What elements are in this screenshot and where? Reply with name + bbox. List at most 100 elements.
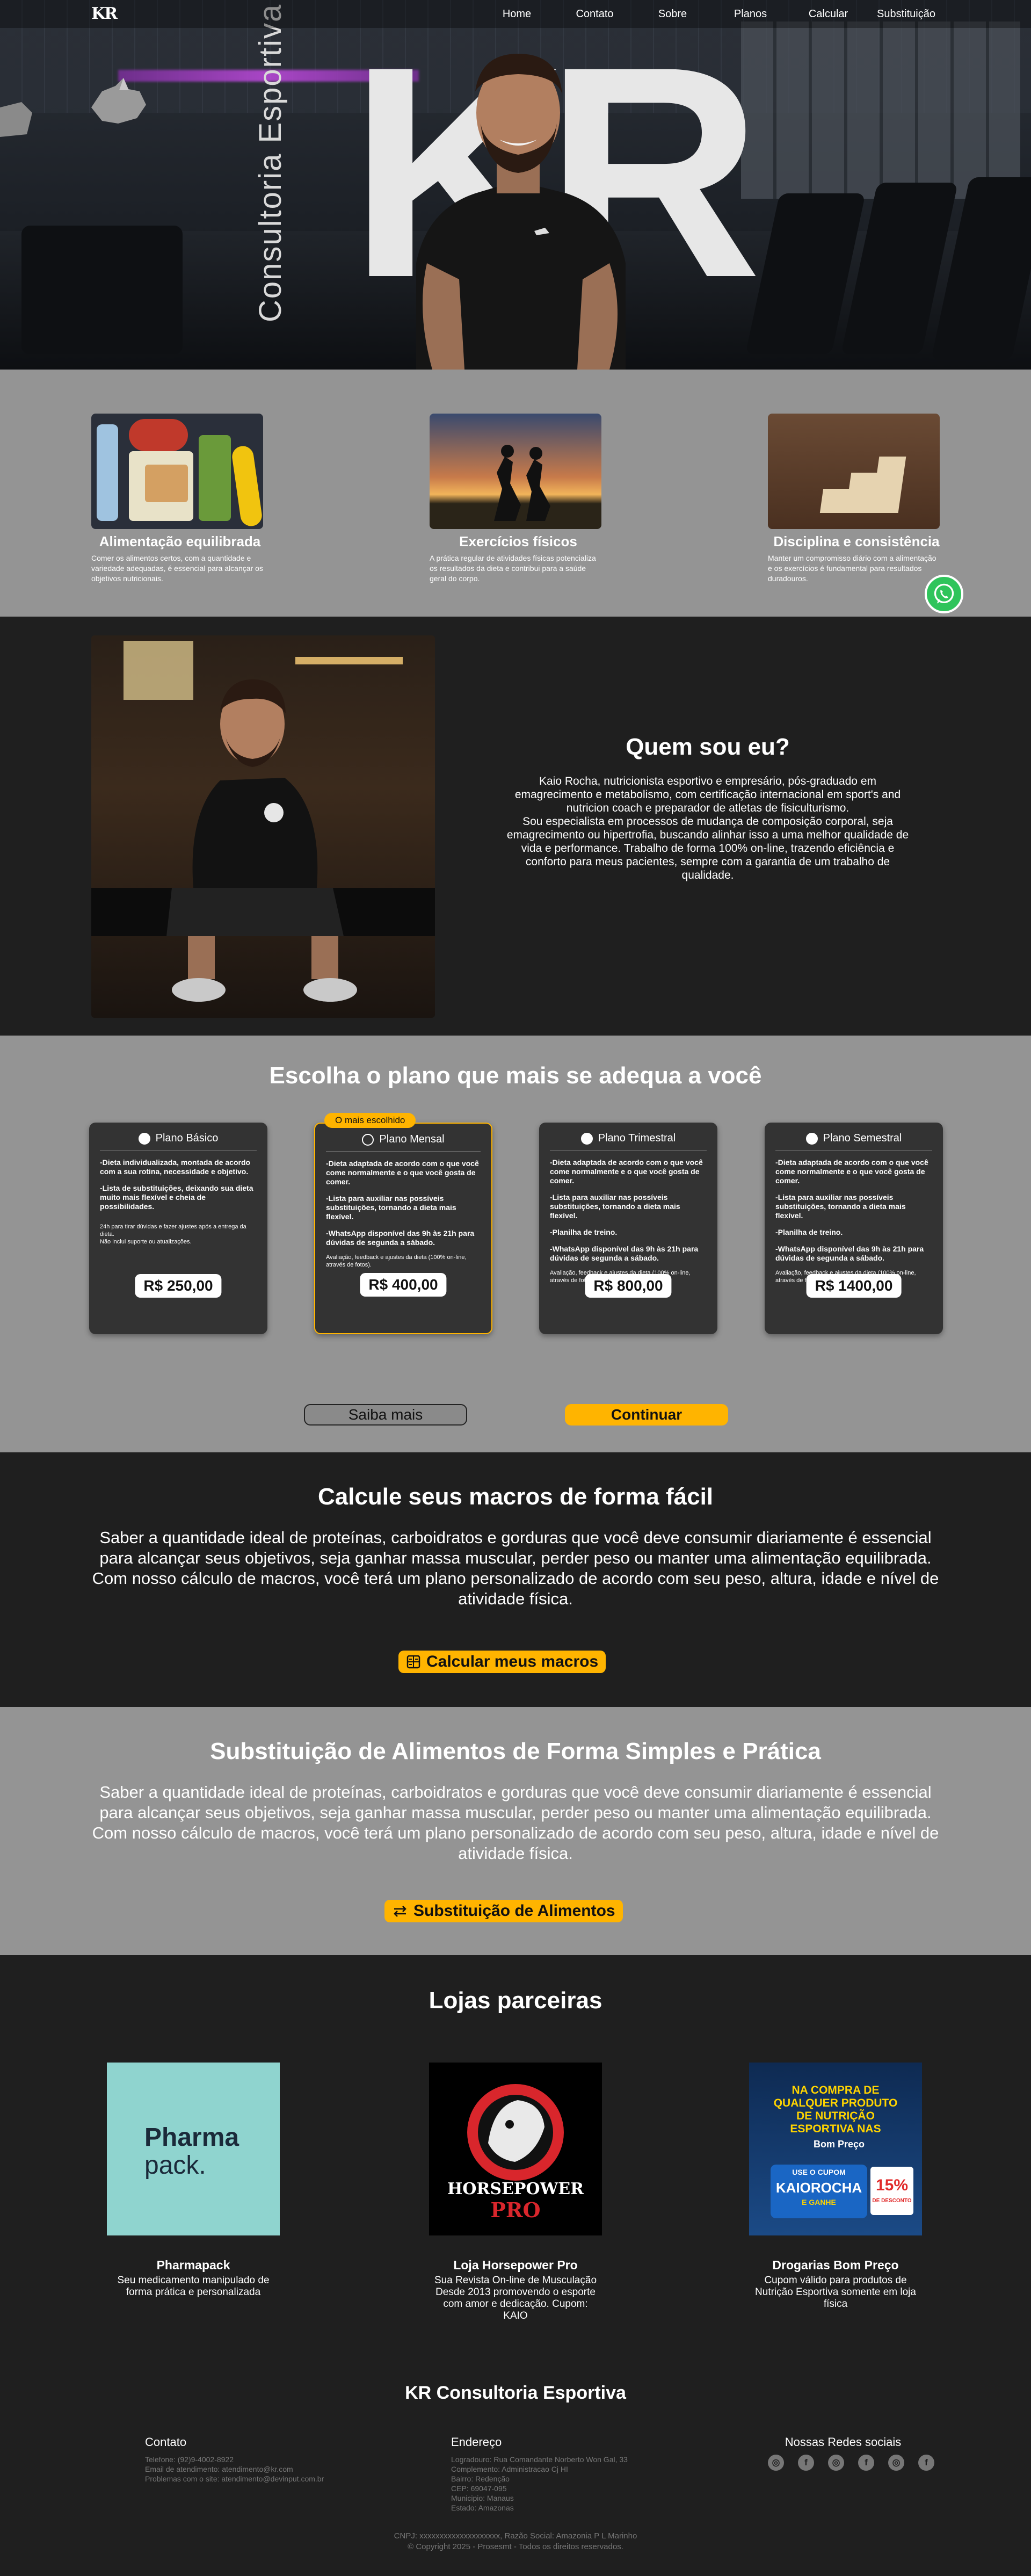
swap-icon	[394, 1906, 406, 1917]
feature-image-food	[91, 414, 263, 529]
horsepower-logo-text: HORSEPOWER	[447, 2180, 584, 2198]
top-nav: KR Home Contato Sobre Planos Calcular Su…	[0, 0, 1031, 28]
footer-address-line: Municipio: Manaus	[451, 2494, 514, 2502]
plan-name: Plano Semestral	[823, 1132, 902, 1144]
feature-title: Exercícios físicos	[459, 533, 577, 549]
horsepower-logo-text: PRO	[490, 2198, 541, 2222]
nav-item-substituicao[interactable]: Substituição	[867, 8, 945, 20]
footer-title: KR Consultoria Esportiva	[405, 2383, 626, 2403]
plan-note: Avaliação, feedback e ajustes da dieta (…	[326, 1254, 467, 1268]
plan-radio[interactable]	[580, 1132, 593, 1145]
plan-card-semestral[interactable]: Plano Semestral -Dieta adaptada de acord…	[765, 1123, 943, 1334]
footer-endereco: Endereço Logradouro: Rua Comandante Norb…	[451, 2435, 628, 2513]
feature-title: Disciplina e consistência	[773, 533, 940, 549]
footer-phone: Telefone: (92)9-4002-8922	[145, 2455, 234, 2464]
rhino-head-icon	[91, 78, 146, 124]
plan-feature: -Dieta adaptada de acordo com o que você…	[775, 1158, 928, 1185]
plan-feature: -WhatsApp disponível das 9h às 21h para …	[775, 1244, 924, 1262]
plan-feature: -Lista para auxiliar nas possíveis subst…	[326, 1194, 456, 1221]
plan-radio[interactable]	[138, 1132, 150, 1145]
plan-card-trimestral[interactable]: Plano Trimestral -Dieta adaptada de acor…	[539, 1123, 717, 1334]
feature-card: Alimentação equilibrada Comer os aliment…	[91, 414, 268, 584]
plan-card-basico[interactable]: Plano Básico -Dieta individualizada, mon…	[89, 1123, 267, 1334]
partner-card[interactable]: HORSEPOWER PRO Loja Horsepower Pro Sua R…	[408, 2063, 623, 2322]
plan-feature: -Planilha de treino.	[775, 1228, 843, 1236]
gym-equipment	[21, 226, 183, 354]
facebook-icon[interactable]: f	[798, 2455, 814, 2471]
bom-preco-brand: Bom Preço	[814, 2139, 865, 2150]
footer-contato: Contato Telefone: (92)9-4002-8922 Email …	[145, 2435, 324, 2484]
footer-address-line: Bairro: Redenção	[451, 2474, 510, 2483]
partners-section: Lojas parceiras Pharma pack. Pharmapack …	[0, 1955, 1031, 2338]
feature-text: Manter um compromisso diário com a alime…	[768, 554, 936, 583]
footer-social: Nossas Redes sociais ◎ f ◎ f ◎ f	[768, 2435, 934, 2471]
macros-section: Calcule seus macros de forma fácil Saber…	[0, 1452, 1031, 1707]
footer-email[interactable]: Email de atendimento: atendimento@kr.com	[145, 2464, 324, 2474]
feature-image-blocks	[768, 414, 940, 529]
facebook-icon[interactable]: f	[858, 2455, 874, 2471]
plan-header: Plano Mensal	[326, 1133, 481, 1152]
pharmapack-logo-text: Pharma	[144, 2123, 239, 2152]
bom-preco-promo-text: NA COMPRA DE QUALQUER PRODUTO DE NUTRIÇÃ…	[773, 2084, 898, 2135]
plan-header: Plano Semestral	[775, 1132, 932, 1150]
plan-feature: -WhatsApp disponível das 9h às 21h para …	[326, 1229, 475, 1247]
plan-name: Plano Mensal	[379, 1133, 445, 1145]
plan-price: R$ 800,00	[585, 1274, 672, 1298]
facebook-icon[interactable]: f	[918, 2455, 934, 2471]
footer-support-email[interactable]: Problemas com o site: atendimento@devinp…	[145, 2474, 324, 2484]
nav-item-contato[interactable]: Contato	[556, 8, 634, 20]
footer-address-line: Complemento: Administracao Cj HI	[451, 2465, 568, 2473]
footer-cnpj: CNPJ: xxxxxxxxxxxxxxxxxxxx, Razão Social…	[394, 2531, 637, 2541]
saiba-mais-button[interactable]: Saiba mais	[304, 1404, 467, 1426]
footer-address-line: Estado: Amazonas	[451, 2503, 514, 2512]
footer-endereco-title: Endereço	[451, 2435, 502, 2449]
plan-radio[interactable]	[362, 1133, 374, 1146]
partner-name: Loja Horsepower Pro	[453, 2258, 578, 2272]
instagram-icon[interactable]: ◎	[888, 2455, 904, 2471]
feature-text: Comer os alimentos certos, com a quantid…	[91, 554, 263, 583]
bom-preco-coupon-code: KAIOROCHA	[775, 2180, 862, 2196]
plan-note: 24h para tirar dúvidas e fazer ajustes a…	[100, 1224, 246, 1245]
nav-logo[interactable]: KR	[91, 4, 118, 23]
continuar-button[interactable]: Continuar	[565, 1404, 728, 1426]
nav-item-sobre[interactable]: Sobre	[634, 8, 711, 20]
plan-card-mensal[interactable]: Plano Mensal -Dieta adaptada de acordo c…	[314, 1123, 492, 1334]
calculate-macros-button[interactable]: Calcular meus macros	[398, 1651, 606, 1673]
partner-name: Drogarias Bom Preço	[772, 2258, 899, 2272]
substitution-button[interactable]: Substituição de Alimentos	[384, 1900, 623, 1922]
whatsapp-button[interactable]	[925, 575, 963, 613]
calculate-macros-label: Calcular meus macros	[426, 1653, 599, 1670]
partner-card[interactable]: NA COMPRA DE QUALQUER PRODUTO DE NUTRIÇÃ…	[728, 2063, 943, 2310]
substitution-section: Substituição de Alimentos de Forma Simpl…	[0, 1707, 1031, 1955]
footer-contato-title: Contato	[145, 2435, 187, 2449]
nav-item-planos[interactable]: Planos	[711, 8, 789, 20]
about-paragraph: Sou especialista em processos de mudança…	[506, 815, 909, 881]
plan-name: Plano Trimestral	[598, 1132, 676, 1144]
nav-item-calcular[interactable]: Calcular	[789, 8, 867, 20]
about-section: Quem sou eu? Kaio Rocha, nutricionista e…	[0, 617, 1031, 1036]
plan-price: R$ 250,00	[135, 1274, 222, 1298]
macros-text: Saber a quantidade ideal de proteínas, c…	[92, 1528, 939, 1608]
plan-feature: -Dieta adaptada de acordo com o que você…	[326, 1159, 479, 1186]
nav-item-home[interactable]: Home	[478, 8, 556, 20]
nav-menu: Home Contato Sobre Planos Calcular Subst…	[478, 0, 945, 28]
instagram-icon[interactable]: ◎	[768, 2455, 784, 2471]
plan-radio[interactable]	[805, 1132, 818, 1145]
features-section: Alimentação equilibrada Comer os aliment…	[0, 370, 1031, 617]
plan-price: R$ 400,00	[360, 1273, 447, 1297]
partner-card[interactable]: Pharma pack. Pharmapack Seu medicamento …	[86, 2063, 301, 2298]
plans-section: Escolha o plano que mais se adequa a voc…	[0, 1036, 1031, 1452]
hero-person-photo	[416, 54, 626, 370]
instagram-icon[interactable]: ◎	[828, 2455, 844, 2471]
partner-name: Pharmapack	[156, 2258, 230, 2272]
about-text: Kaio Rocha, nutricionista esportivo e em…	[499, 775, 916, 882]
whatsapp-icon	[934, 583, 954, 604]
plan-feature: -WhatsApp disponível das 9h às 21h para …	[550, 1244, 699, 1262]
pharmapack-logo-text: pack.	[144, 2151, 206, 2180]
feature-card: Disciplina e consistência Manter um comp…	[768, 414, 945, 584]
wall-trophy-icon	[0, 102, 32, 137]
footer-legal: CNPJ: xxxxxxxxxxxxxxxxxxxx, Razão Social…	[0, 2531, 1031, 2552]
feature-text: A prática regular de atividades físicas …	[430, 554, 596, 583]
plan-feature: -Lista para auxiliar nas possíveis subst…	[550, 1193, 680, 1220]
footer-social-title: Nossas Redes sociais	[785, 2435, 902, 2449]
